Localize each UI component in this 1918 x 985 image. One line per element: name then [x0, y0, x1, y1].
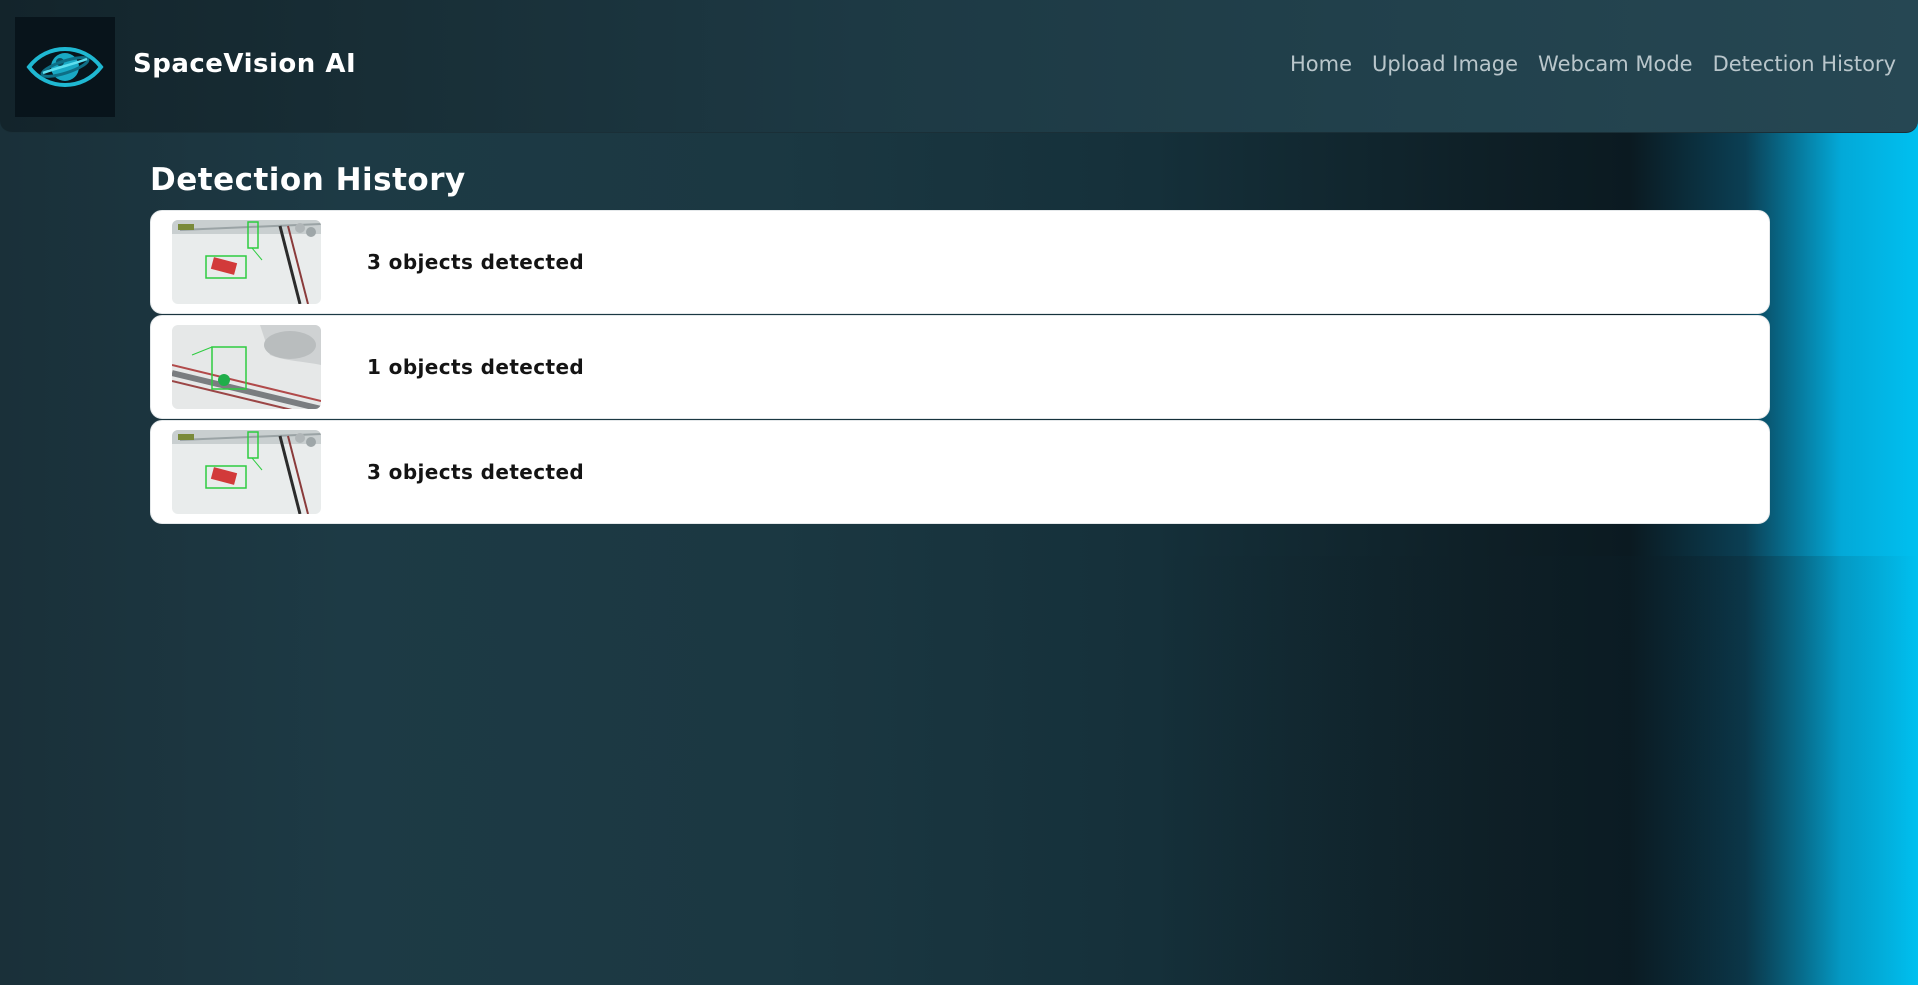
- history-item[interactable]: 3 objects detected: [150, 210, 1770, 314]
- detection-thumbnail[interactable]: [172, 430, 321, 514]
- nav-upload-image-link[interactable]: Upload Image: [1372, 52, 1518, 76]
- main-nav: Home Upload Image Webcam Mode Detection …: [1290, 52, 1896, 76]
- app-logo[interactable]: [15, 17, 115, 117]
- detection-thumbnail[interactable]: [172, 220, 321, 304]
- nav-home-link[interactable]: Home: [1290, 52, 1352, 76]
- history-item-summary: 3 objects detected: [367, 460, 585, 484]
- planet-eye-icon: [26, 47, 104, 87]
- detection-history-list: 3 objects detected 1 objects detected 3 …: [150, 210, 1770, 525]
- history-item[interactable]: 1 objects detected: [150, 315, 1770, 419]
- page-title: Detection History: [150, 162, 466, 198]
- nav-detection-history-link[interactable]: Detection History: [1713, 52, 1896, 76]
- nav-webcam-mode-link[interactable]: Webcam Mode: [1538, 52, 1693, 76]
- detection-thumbnail[interactable]: [172, 325, 321, 409]
- history-item-summary: 1 objects detected: [367, 355, 585, 379]
- history-item[interactable]: 3 objects detected: [150, 420, 1770, 524]
- top-navbar: SpaceVision AI Home Upload Image Webcam …: [0, 0, 1918, 133]
- app-title: SpaceVision AI: [133, 49, 357, 79]
- history-item-summary: 3 objects detected: [367, 250, 585, 274]
- background-shade: [0, 556, 1918, 985]
